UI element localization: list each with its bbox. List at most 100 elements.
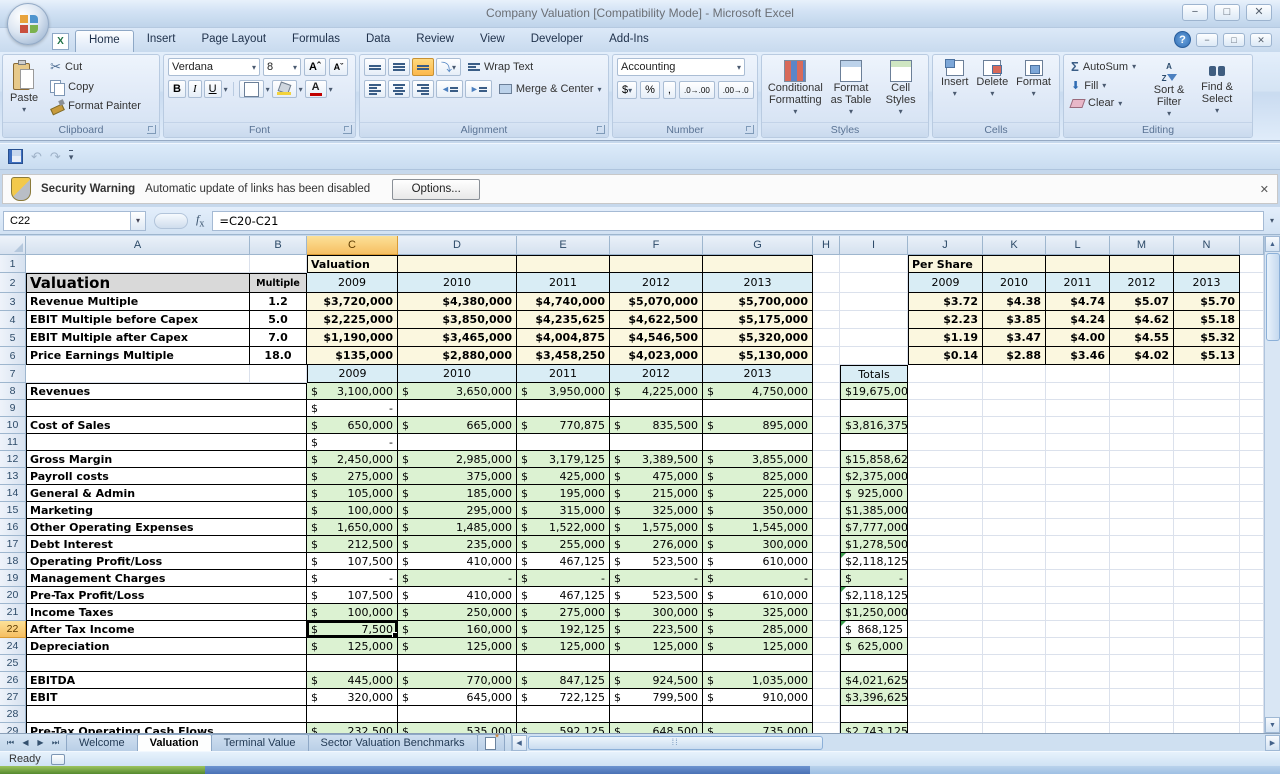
cell-L13[interactable] xyxy=(1046,468,1110,485)
cell-x24[interactable] xyxy=(1240,638,1264,655)
cell-K3[interactable]: $4.38 xyxy=(983,293,1046,311)
cell-H6[interactable] xyxy=(813,347,840,365)
cell-K1[interactable] xyxy=(983,255,1046,273)
row-header-25[interactable]: 25 xyxy=(0,655,26,672)
cell-H7[interactable] xyxy=(813,365,840,383)
cell-N18[interactable] xyxy=(1174,553,1240,570)
row-header-14[interactable]: 14 xyxy=(0,485,26,502)
cell-J27[interactable] xyxy=(908,689,983,706)
cell-N3[interactable]: $5.70 xyxy=(1174,293,1240,311)
fill-color-dropdown-icon[interactable]: ▾ xyxy=(299,85,303,94)
cell-D14[interactable]: $185,000 xyxy=(398,485,517,502)
cell-H22[interactable] xyxy=(813,621,840,638)
cell-A3[interactable]: Revenue Multiple xyxy=(26,293,250,311)
cell-J5[interactable]: $1.19 xyxy=(908,329,983,347)
redo-icon[interactable]: ↷ xyxy=(50,149,61,165)
cell-E3[interactable]: $4,740,000 xyxy=(517,293,610,311)
cell-M24[interactable] xyxy=(1110,638,1174,655)
cell-K24[interactable] xyxy=(983,638,1046,655)
cell-C6[interactable]: $135,000 xyxy=(307,347,398,365)
merge-center-button[interactable]: Merge & Center▾ xyxy=(496,82,605,96)
cell-M16[interactable] xyxy=(1110,519,1174,536)
cell-B5[interactable]: 7.0 xyxy=(250,329,307,347)
cell-G1[interactable] xyxy=(703,255,813,273)
cell-E1[interactable] xyxy=(517,255,610,273)
cell-N7[interactable] xyxy=(1174,365,1240,383)
cell-I20[interactable]: $2,118,125 xyxy=(840,587,908,604)
accounting-format-button[interactable]: $▾ xyxy=(617,81,637,99)
cell-K22[interactable] xyxy=(983,621,1046,638)
cell-K27[interactable] xyxy=(983,689,1046,706)
cell-J17[interactable] xyxy=(908,536,983,553)
cell-E11[interactable] xyxy=(517,434,610,451)
middle-align-button[interactable] xyxy=(388,58,410,76)
borders-dropdown-icon[interactable]: ▾ xyxy=(266,85,270,94)
cell-F15[interactable]: $325,000 xyxy=(610,502,703,519)
cell-C12[interactable]: $2,450,000 xyxy=(307,451,398,468)
cell-x4[interactable] xyxy=(1240,311,1264,329)
column-header-n[interactable]: N xyxy=(1174,236,1240,255)
cell-C27[interactable]: $320,000 xyxy=(307,689,398,706)
cell-A10[interactable]: Cost of Sales xyxy=(26,417,307,434)
insert-worksheet-tab[interactable] xyxy=(477,734,505,751)
cell-E25[interactable] xyxy=(517,655,610,672)
cell-x5[interactable] xyxy=(1240,329,1264,347)
cell-x15[interactable] xyxy=(1240,502,1264,519)
cell-H26[interactable] xyxy=(813,672,840,689)
cell-N15[interactable] xyxy=(1174,502,1240,519)
row-header-10[interactable]: 10 xyxy=(0,417,26,434)
cell-M18[interactable] xyxy=(1110,553,1174,570)
cell-K15[interactable] xyxy=(983,502,1046,519)
cell-G17[interactable]: $300,000 xyxy=(703,536,813,553)
row-header-12[interactable]: 12 xyxy=(0,451,26,468)
undo-icon[interactable]: ↶ xyxy=(31,149,42,165)
cell-C22[interactable]: $7,500 xyxy=(307,621,398,638)
shrink-font-button[interactable]: Aˇ xyxy=(329,58,349,76)
options-button[interactable]: Options... xyxy=(392,179,480,200)
cell-G8[interactable]: $4,750,000 xyxy=(703,383,813,400)
select-all-corner[interactable] xyxy=(0,236,26,255)
cell-K16[interactable] xyxy=(983,519,1046,536)
conditional-formatting-button[interactable]: Conditional Formatting ▾ xyxy=(767,58,823,120)
row-header-26[interactable]: 26 xyxy=(0,672,26,689)
cell-C16[interactable]: $1,650,000 xyxy=(307,519,398,536)
cell-N19[interactable] xyxy=(1174,570,1240,587)
cell-x12[interactable] xyxy=(1240,451,1264,468)
cell-J29[interactable] xyxy=(908,723,983,733)
cell-M19[interactable] xyxy=(1110,570,1174,587)
scroll-left-icon[interactable]: ◀ xyxy=(512,735,527,751)
minimize-button[interactable]: − xyxy=(1182,4,1208,21)
row-header-5[interactable]: 5 xyxy=(0,329,26,347)
row-header-1[interactable]: 1 xyxy=(0,255,26,273)
cell-G2[interactable]: 2013 xyxy=(703,273,813,293)
cell-A20[interactable]: Pre-Tax Profit/Loss xyxy=(26,587,307,604)
vertical-scrollbar[interactable]: ▲ ▼ xyxy=(1264,236,1280,733)
row-header-3[interactable]: 3 xyxy=(0,293,26,311)
cell-J9[interactable] xyxy=(908,400,983,417)
cell-H14[interactable] xyxy=(813,485,840,502)
cell-M28[interactable] xyxy=(1110,706,1174,723)
cell-C8[interactable]: $3,100,000 xyxy=(307,383,398,400)
cell-I5[interactable] xyxy=(840,329,908,347)
cell-I2[interactable] xyxy=(840,273,908,293)
cell-G29[interactable]: $735,000 xyxy=(703,723,813,733)
cell-x27[interactable] xyxy=(1240,689,1264,706)
row-header-22[interactable]: 22 xyxy=(0,621,26,638)
cell-H5[interactable] xyxy=(813,329,840,347)
bold-button[interactable]: B xyxy=(168,80,186,98)
cell-J16[interactable] xyxy=(908,519,983,536)
cell-x18[interactable] xyxy=(1240,553,1264,570)
cell-M22[interactable] xyxy=(1110,621,1174,638)
underline-dropdown-icon[interactable]: ▾ xyxy=(224,85,228,94)
ribbon-tab-data[interactable]: Data xyxy=(353,30,403,52)
cell-B6[interactable]: 18.0 xyxy=(250,347,307,365)
cell-E4[interactable]: $4,235,625 xyxy=(517,311,610,329)
cell-M7[interactable] xyxy=(1110,365,1174,383)
cell-I4[interactable] xyxy=(840,311,908,329)
cell-N1[interactable] xyxy=(1174,255,1240,273)
cell-I15[interactable]: $1,385,000 xyxy=(840,502,908,519)
cell-H20[interactable] xyxy=(813,587,840,604)
cell-N17[interactable] xyxy=(1174,536,1240,553)
cell-J18[interactable] xyxy=(908,553,983,570)
cell-x6[interactable] xyxy=(1240,347,1264,365)
